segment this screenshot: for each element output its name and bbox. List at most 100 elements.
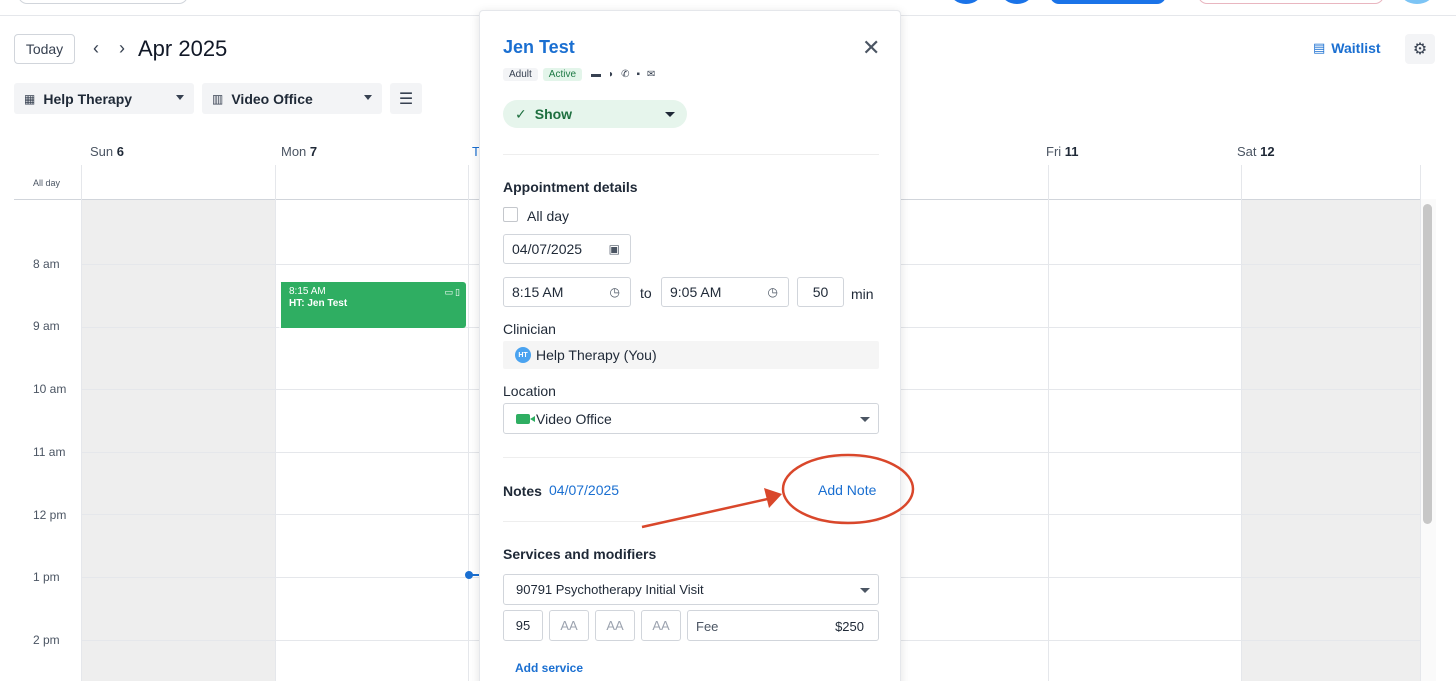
fee-value: $250: [835, 619, 864, 634]
hour-label: 9 am: [33, 319, 60, 333]
column-line: [81, 165, 82, 681]
hour-label: 8 am: [33, 257, 60, 271]
location-label: Location: [503, 383, 556, 399]
notes-date-link[interactable]: 04/07/2025: [549, 482, 619, 498]
chevron-down-icon: [176, 95, 184, 100]
waitlist-label: Waitlist: [1331, 40, 1381, 56]
top-search-input[interactable]: [18, 0, 188, 4]
modifier-input[interactable]: 95: [503, 610, 543, 641]
clinician-filter-label: Help Therapy: [43, 90, 133, 107]
attendance-status-label: Show: [534, 106, 573, 122]
day-header-mon[interactable]: Mon 7: [281, 144, 317, 159]
weekend-column-sat: [1242, 200, 1420, 681]
location-filter-label: Video Office: [231, 90, 313, 107]
client-name-link[interactable]: Jen Test: [503, 37, 575, 58]
allday-row-label: All day: [33, 178, 61, 188]
modifier-input[interactable]: AA: [641, 610, 681, 641]
user-avatar[interactable]: [1400, 0, 1434, 4]
event-time: 8:15 AM: [289, 286, 326, 297]
duration-input[interactable]: 50: [797, 277, 844, 307]
services-title: Services and modifiers: [503, 546, 657, 562]
chevron-left-icon[interactable]: ‹: [88, 38, 104, 59]
allday-checkbox[interactable]: [503, 207, 518, 222]
message-icon[interactable]: ▪: [636, 69, 640, 80]
shield-icon[interactable]: ◗: [608, 69, 614, 80]
today-button[interactable]: Today: [14, 34, 75, 64]
chevron-down-icon: [364, 95, 372, 100]
current-time-line: [469, 574, 479, 576]
divider: [503, 521, 879, 522]
location-value: Video Office: [536, 410, 612, 427]
month-title: Apr 2025: [138, 36, 228, 61]
allday-checkbox-label: All day: [527, 208, 570, 224]
client-badges: Adult Active ▬ ◗ ✆ ▪ ✉: [503, 68, 658, 81]
check-icon: ✓: [515, 105, 527, 122]
modifier-input[interactable]: AA: [595, 610, 635, 641]
waitlist-button[interactable]: ▤ Waitlist: [1313, 40, 1381, 56]
chevron-down-icon: [665, 112, 675, 117]
attendance-status-select[interactable]: ✓ Show: [503, 100, 687, 128]
column-line: [275, 165, 276, 681]
phone-icon[interactable]: ✆: [621, 69, 629, 80]
modifier-input[interactable]: AA: [549, 610, 589, 641]
clinician-label: Clinician: [503, 321, 556, 337]
close-icon[interactable]: ✕: [862, 37, 880, 59]
column-line: [468, 165, 469, 681]
hour-label: 10 am: [33, 382, 67, 396]
clinician-filter-select[interactable]: ▦ Help Therapy: [14, 83, 194, 114]
day-header-sat[interactable]: Sat 12: [1237, 144, 1275, 159]
day-header-fri[interactable]: Fri 11: [1046, 144, 1079, 159]
card-icon[interactable]: ▬: [591, 69, 601, 80]
calendar-app: Today ‹ › Apr 2025 ▦ Help Therapy ▥ Vide…: [0, 0, 1456, 681]
appointment-popup: Jen Test ✕ Adult Active ▬ ◗ ✆ ▪ ✉ ✓ Show…: [479, 10, 901, 681]
location-filter-select[interactable]: ▥ Video Office: [202, 83, 382, 114]
chevron-down-icon: [860, 588, 870, 593]
chevron-down-icon: [860, 417, 870, 422]
column-line: [1048, 165, 1049, 681]
date-input[interactable]: 04/07/2025 ▣: [503, 234, 631, 264]
add-service-button[interactable]: Add service: [515, 661, 583, 675]
clock-icon[interactable]: ◷: [768, 285, 778, 299]
start-time-input[interactable]: 8:15 AM ◷: [503, 277, 631, 307]
mail-icon[interactable]: ✉: [647, 69, 655, 80]
scrollbar-thumb[interactable]: [1423, 204, 1432, 524]
top-action-button[interactable]: [950, 0, 982, 4]
sliders-icon[interactable]: ☰: [390, 83, 422, 114]
duration-unit: min: [851, 286, 874, 302]
gear-icon[interactable]: ⚙: [1405, 34, 1435, 64]
hour-label: 1 pm: [33, 570, 60, 584]
building-icon: ▦: [24, 91, 36, 106]
hour-label: 2 pm: [33, 633, 60, 647]
time-range-separator: to: [640, 285, 652, 301]
fee-label: Fee: [696, 619, 719, 634]
end-time-input[interactable]: 9:05 AM ◷: [661, 277, 789, 307]
day-header-sun[interactable]: Sun 6: [90, 144, 124, 159]
waitlist-icon: ▤: [1313, 40, 1326, 55]
divider: [503, 154, 879, 155]
clock-icon[interactable]: ◷: [610, 285, 620, 299]
service-select[interactable]: 90791 Psychotherapy Initial Visit: [503, 574, 879, 605]
top-action-button[interactable]: [1001, 0, 1033, 4]
chevron-right-icon[interactable]: ›: [114, 38, 130, 59]
adult-badge: Adult: [503, 68, 538, 81]
hour-label: 11 am: [33, 445, 66, 459]
notes-label: Notes: [503, 483, 542, 499]
office-building-icon: ▥: [212, 91, 224, 106]
video-camera-icon: [516, 413, 535, 424]
top-secondary-button[interactable]: [1198, 0, 1384, 4]
active-badge: Active: [542, 68, 583, 81]
location-select[interactable]: Video Office: [503, 403, 879, 434]
avatar: HT: [515, 347, 531, 363]
column-line: [1241, 165, 1242, 681]
clinician-field: HT Help Therapy (You): [503, 341, 879, 369]
video-icon: ▭▯: [444, 287, 462, 297]
calendar-icon[interactable]: ▣: [609, 242, 620, 256]
weekend-column-sun: [81, 200, 275, 681]
top-primary-button[interactable]: [1050, 0, 1166, 4]
fee-input[interactable]: Fee $250: [687, 610, 879, 641]
appointment-details-title: Appointment details: [503, 179, 638, 195]
service-value: 90791 Psychotherapy Initial Visit: [516, 582, 704, 597]
appointment-event[interactable]: 8:15 AM HT: Jen Test ▭▯: [278, 282, 466, 328]
event-title: HT: Jen Test: [289, 298, 348, 309]
add-note-button[interactable]: Add Note: [818, 482, 876, 498]
